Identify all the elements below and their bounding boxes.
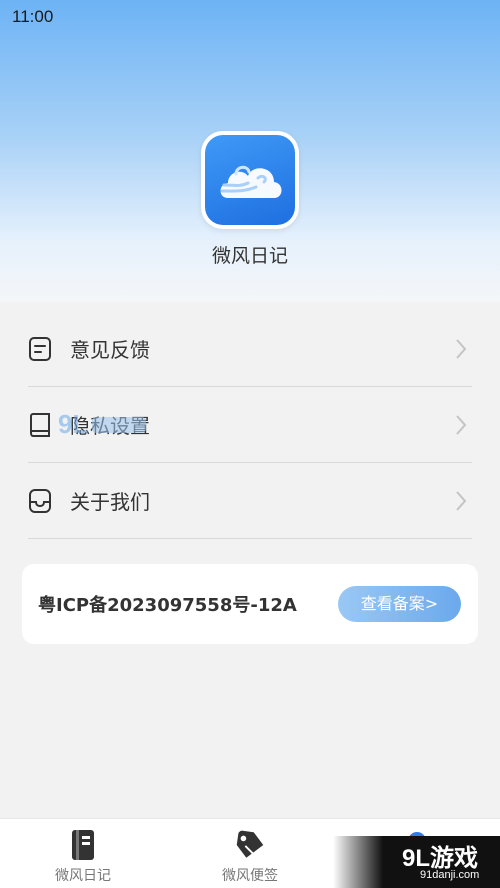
menu-item-feedback[interactable]: 意见反馈 <box>28 311 472 387</box>
feedback-icon <box>28 333 60 365</box>
menu-item-label: 关于我们 <box>70 490 150 514</box>
app-logo <box>201 131 299 229</box>
icp-number: 粤ICP备2023097558号-12A <box>38 595 297 616</box>
inbox-icon <box>28 485 60 517</box>
app-name: 微风日记 <box>211 245 288 267</box>
view-icp-button[interactable]: 查看备案> <box>338 586 461 622</box>
book-icon <box>28 409 60 441</box>
chevron-right-icon <box>456 491 467 511</box>
tab-label: 微风便签 <box>222 868 278 884</box>
watermark-logo-overlay: 9L <box>58 409 146 439</box>
menu-item-label: 意见反馈 <box>70 338 150 362</box>
menu-item-about[interactable]: 关于我们 <box>28 463 472 539</box>
watermark-url: 91danji.com <box>420 869 480 881</box>
tab-notes[interactable]: 微风便签 <box>167 819 333 888</box>
tab-label: 微风日记 <box>55 868 111 884</box>
tag-icon <box>235 829 265 861</box>
tab-diary[interactable]: 微风日记 <box>0 819 166 888</box>
chevron-right-icon <box>456 339 467 359</box>
svg-text:9L: 9L <box>58 409 88 439</box>
icp-card: 粤ICP备2023097558号-12A 查看备案> <box>22 564 478 644</box>
watermark-text: 9L游戏 <box>402 845 479 872</box>
status-bar-time: 11:00 <box>12 7 54 26</box>
cloud-icon <box>220 165 282 198</box>
notebook-icon <box>68 829 98 861</box>
chevron-right-icon <box>456 415 467 435</box>
